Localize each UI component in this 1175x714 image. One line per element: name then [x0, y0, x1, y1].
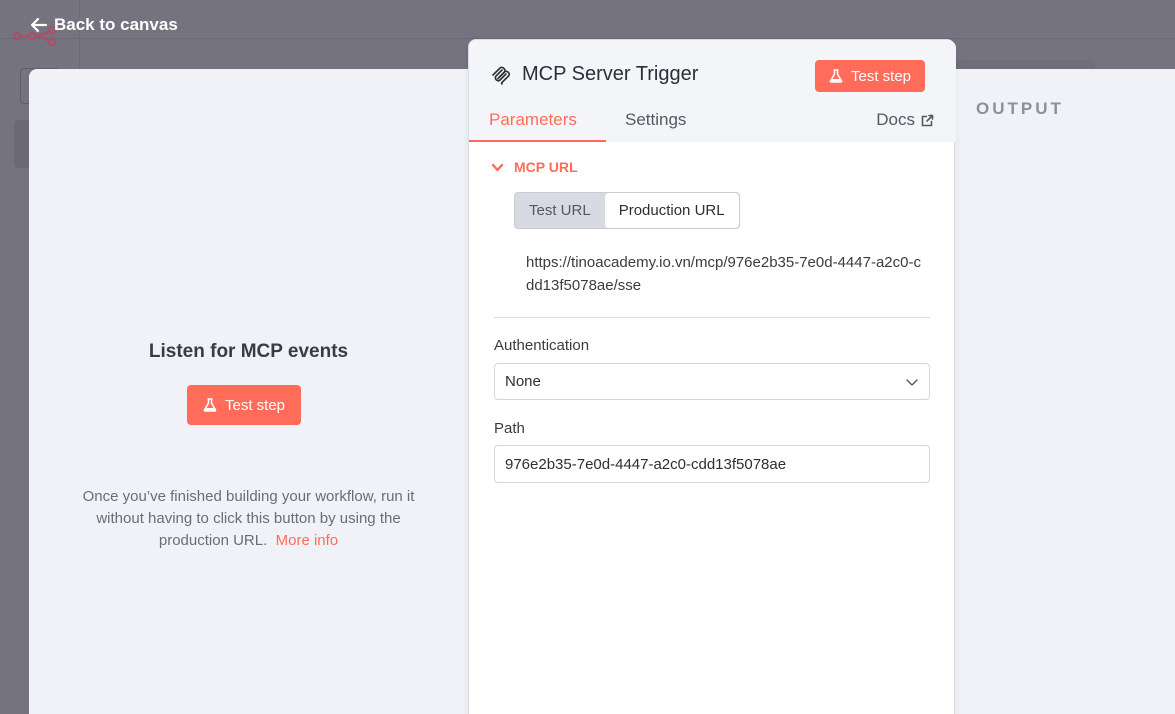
test-step-label: Test step: [225, 396, 286, 414]
test-step-button[interactable]: Test step: [187, 385, 302, 425]
docs-link[interactable]: Docs: [876, 110, 934, 130]
more-info-link[interactable]: More info: [276, 532, 339, 549]
tab-parameters[interactable]: Parameters: [489, 110, 577, 130]
header-test-step-label: Test step: [851, 67, 912, 85]
docs-label: Docs: [876, 110, 915, 129]
chevron-down-icon: [491, 163, 504, 171]
header-test-step-button[interactable]: Test step: [815, 60, 926, 92]
active-tab-indicator: [469, 140, 606, 142]
test-url-option[interactable]: Test URL: [515, 193, 605, 228]
node-title: MCP Server Trigger: [522, 63, 699, 85]
input-pane: Listen for MCP events Test step Once you…: [29, 69, 468, 714]
back-to-canvas-label: Back to canvas: [54, 15, 178, 34]
mcp-url-section-label: MCP URL: [514, 159, 578, 175]
hint-text: Once you’ve finished building your workf…: [82, 488, 415, 549]
mcp-icon: [492, 66, 511, 85]
url-type-switch: Test URL Production URL: [514, 192, 740, 229]
flask-icon: [829, 69, 843, 83]
back-to-canvas-link[interactable]: Back to canvas: [30, 15, 178, 35]
node-parameters-panel: MCP Server Trigger Test step Parameters …: [468, 39, 956, 714]
external-link-icon: [921, 114, 934, 126]
authentication-value: None: [505, 373, 541, 390]
path-label: Path: [494, 420, 525, 437]
path-input[interactable]: [494, 445, 930, 483]
tab-settings[interactable]: Settings: [625, 110, 686, 130]
arrow-left-icon: [30, 17, 48, 33]
authentication-label: Authentication: [494, 337, 590, 354]
mcp-url-section-toggle[interactable]: MCP URL: [491, 159, 578, 175]
authentication-select[interactable]: None: [494, 363, 930, 400]
section-divider: [494, 317, 930, 318]
chevron-down-icon: [906, 378, 918, 386]
production-url-option[interactable]: Production URL: [604, 193, 739, 228]
listen-title: Listen for MCP events: [148, 341, 349, 362]
flask-icon: [203, 398, 217, 412]
production-url-hint: Once you’ve finished building your workf…: [63, 486, 434, 552]
mcp-url-value[interactable]: https://tinoacademy.io.vn/mcp/976e2b35-7…: [526, 251, 926, 297]
output-label: OUTPUT: [976, 99, 1064, 118]
